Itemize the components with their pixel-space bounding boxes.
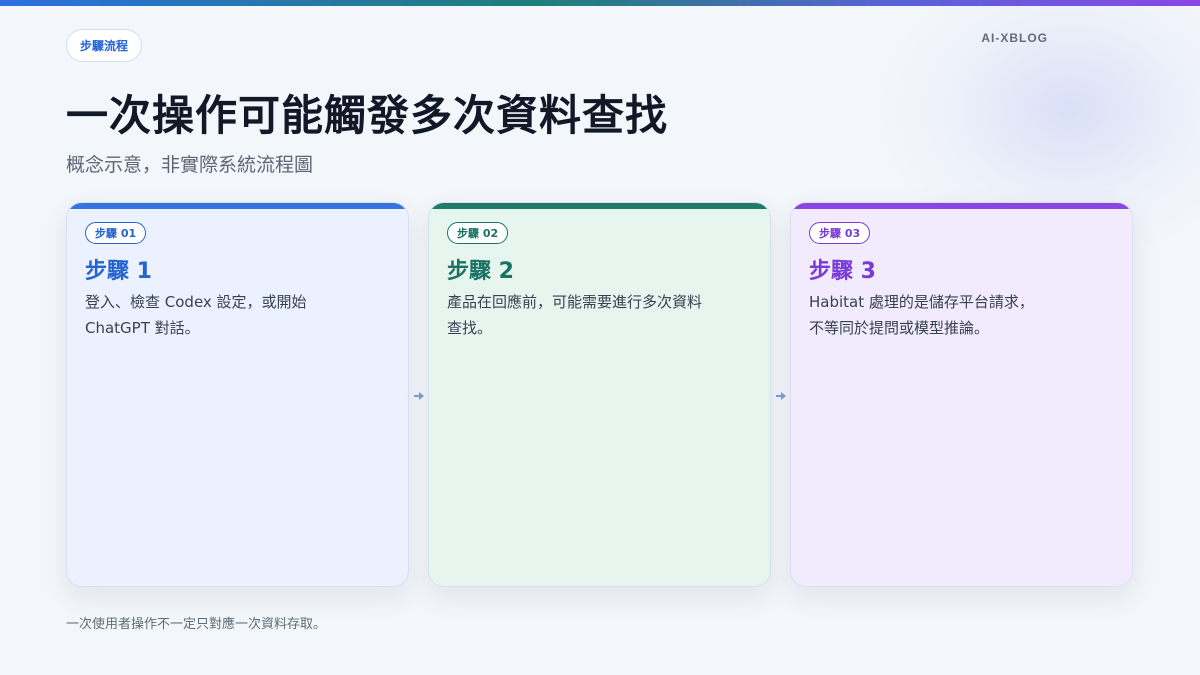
step-description: 產品在回應前，可能需要進行多次資料 查找。 bbox=[447, 293, 703, 337]
page-subtitle: 概念示意，非實際系統流程圖 bbox=[66, 154, 314, 176]
step-title: 步驟 3 bbox=[809, 259, 876, 284]
step-card-2: 步驟 02 步驟 2 產品在回應前，可能需要進行多次資料 查找。 bbox=[428, 202, 771, 587]
card-accent-bar bbox=[791, 203, 1132, 209]
arrow-right-icon bbox=[776, 392, 786, 400]
step-badge: 步驟 03 bbox=[809, 222, 871, 244]
card-accent-bar bbox=[429, 203, 770, 209]
footnote: 一次使用者操作不一定只對應一次資料存取。 bbox=[66, 617, 327, 632]
arrow-right-icon bbox=[414, 392, 424, 400]
top-accent-bar bbox=[0, 0, 1200, 6]
step-card-3: 步驟 03 步驟 3 Habitat 處理的是儲存平台請求， 不等同於提問或模型… bbox=[790, 202, 1133, 587]
step-badge: 步驟 02 bbox=[447, 222, 509, 244]
section-tag: 步驟流程 bbox=[66, 29, 143, 62]
brand-label: AI-XBLOG bbox=[981, 31, 1048, 45]
step-title: 步驟 2 bbox=[447, 259, 514, 284]
step-description: 登入、檢查 Codex 設定，或開始 ChatGPT 對話。 bbox=[85, 293, 307, 337]
step-card-1: 步驟 01 步驟 1 登入、檢查 Codex 設定，或開始 ChatGPT 對話… bbox=[66, 202, 409, 587]
step-badge: 步驟 01 bbox=[85, 222, 147, 244]
page-title: 一次操作可能觸發多次資料查找 bbox=[66, 91, 669, 140]
step-title: 步驟 1 bbox=[85, 259, 152, 284]
card-accent-bar bbox=[67, 203, 408, 209]
step-description: Habitat 處理的是儲存平台請求， 不等同於提問或模型推論。 bbox=[809, 293, 1034, 337]
